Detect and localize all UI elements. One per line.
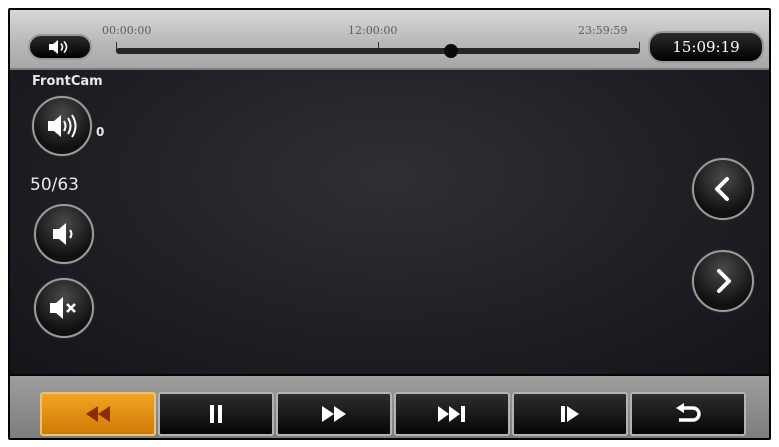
volume-level: 0 xyxy=(96,125,105,139)
chevron-right-icon xyxy=(717,269,731,293)
mute-button[interactable] xyxy=(34,278,94,338)
next-button[interactable] xyxy=(692,250,754,312)
sound-toggle-button[interactable] xyxy=(28,34,92,60)
timeline-middle-label: 12:00:00 xyxy=(348,24,398,37)
timeline-scrubber[interactable] xyxy=(444,44,459,58)
player-screen: 00:00:00 12:00:00 23:59:59 15:09:19 Fron… xyxy=(8,8,771,440)
chevron-left-icon xyxy=(715,177,729,201)
playback-controls xyxy=(10,376,769,438)
rewind-icon xyxy=(86,406,110,422)
volume-down-icon xyxy=(53,223,73,245)
return-icon xyxy=(676,403,701,422)
timeline-start-label: 00:00:00 xyxy=(102,24,152,37)
speaker-icon xyxy=(49,40,68,54)
current-time-display: 15:09:19 xyxy=(648,31,764,63)
mute-icon xyxy=(50,297,76,319)
volume-up-button[interactable] xyxy=(32,96,92,156)
timeline-track[interactable] xyxy=(116,48,640,54)
file-counter: 50/63 xyxy=(30,175,79,195)
timeline-bar: 00:00:00 12:00:00 23:59:59 15:09:19 xyxy=(10,10,769,70)
frame-step-button[interactable] xyxy=(512,392,628,436)
camera-name: FrontCam xyxy=(32,74,103,89)
previous-button[interactable] xyxy=(692,158,754,220)
fast-forward-button[interactable] xyxy=(276,392,392,436)
volume-down-button[interactable] xyxy=(34,204,94,264)
frame-step-icon xyxy=(561,406,579,422)
volume-up-icon xyxy=(48,114,77,138)
pause-button[interactable] xyxy=(158,392,274,436)
back-button[interactable] xyxy=(630,392,746,436)
skip-next-icon xyxy=(438,406,465,422)
video-area[interactable]: FrontCam 0 50/63 xyxy=(10,70,769,374)
pause-icon xyxy=(210,405,222,423)
skip-next-button[interactable] xyxy=(394,392,510,436)
fast-forward-icon xyxy=(322,406,346,422)
timeline-end-label: 23:59:59 xyxy=(578,24,628,37)
rewind-button[interactable] xyxy=(40,392,156,436)
